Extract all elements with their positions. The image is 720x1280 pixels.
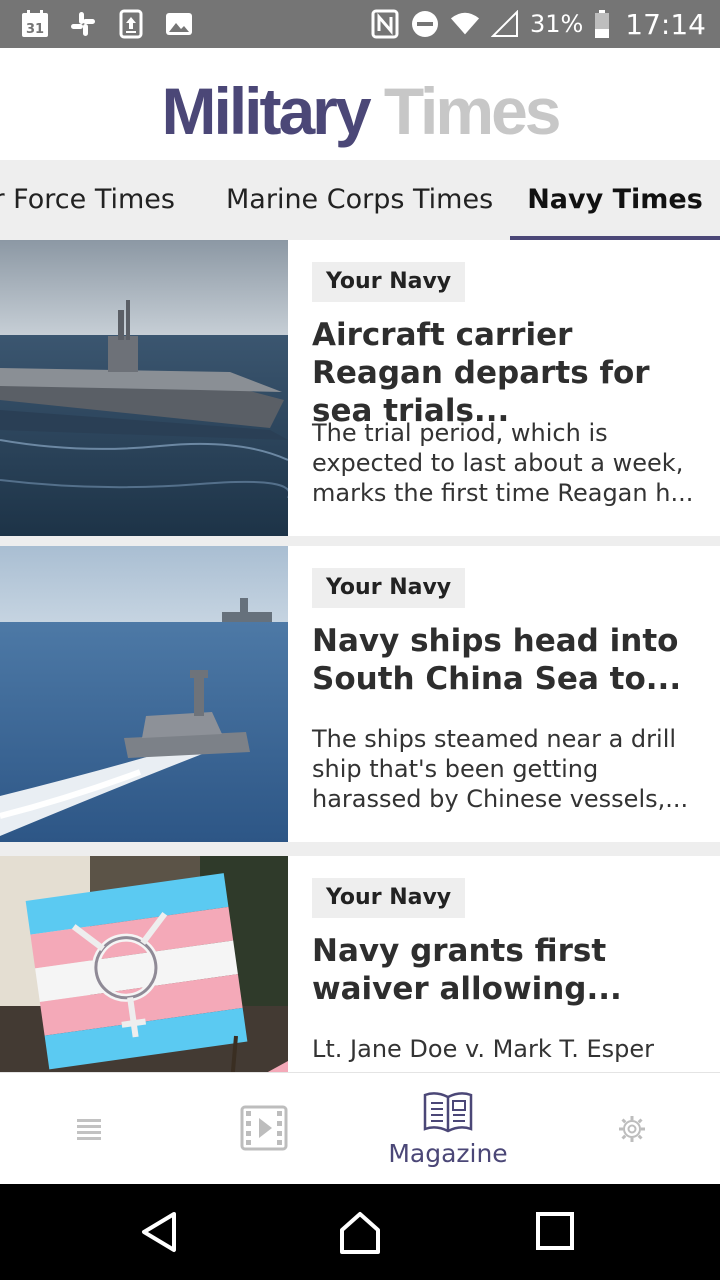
recents-icon bbox=[536, 1212, 574, 1250]
status-bar: 31 31% 17:14 bbox=[0, 0, 720, 48]
article-feed[interactable]: Your Navy Aircraft carrier Reagan depart… bbox=[0, 240, 720, 1072]
military-times-logo: Military Times bbox=[0, 76, 720, 146]
tab-navy-times[interactable]: Navy Times bbox=[510, 160, 720, 240]
signal-icon bbox=[490, 9, 520, 39]
nav-settings[interactable] bbox=[540, 1073, 720, 1185]
littoral-combat-ship-image[interactable] bbox=[0, 546, 288, 842]
do-not-disturb-icon bbox=[410, 9, 440, 39]
article-title[interactable]: Navy grants first waiver allowing... bbox=[312, 932, 704, 1008]
home-button[interactable] bbox=[336, 1208, 384, 1256]
home-icon bbox=[340, 1212, 380, 1254]
battery-icon bbox=[593, 9, 611, 39]
tab-air-force-times[interactable]: ir Force Times bbox=[0, 160, 175, 240]
category-badge: Your Navy bbox=[312, 568, 466, 608]
nav-video[interactable] bbox=[180, 1073, 360, 1185]
transgender-flag-image[interactable] bbox=[0, 856, 288, 1072]
article-card[interactable]: Your Navy Aircraft carrier Reagan depart… bbox=[0, 240, 720, 536]
list-icon bbox=[77, 1119, 101, 1140]
article-title[interactable]: Aircraft carrier Reagan departs for sea … bbox=[312, 316, 704, 430]
nav-magazine[interactable]: Magazine bbox=[358, 1073, 538, 1185]
nav-list[interactable] bbox=[0, 1073, 180, 1185]
back-button[interactable] bbox=[136, 1208, 184, 1256]
publication-tabs: ir Force Times Marine Corps Times Navy T… bbox=[0, 160, 720, 240]
article-card[interactable]: Your Navy Navy ships head into South Chi… bbox=[0, 546, 720, 842]
article-description: Lt. Jane Doe v. Mark T. Esper bbox=[312, 1035, 654, 1063]
system-navigation-bar bbox=[0, 1184, 720, 1280]
logo-part-military: Military bbox=[161, 74, 372, 148]
category-badge: Your Navy bbox=[312, 878, 466, 918]
magazine-icon bbox=[423, 1092, 473, 1133]
nfc-icon bbox=[370, 9, 400, 39]
recents-button[interactable] bbox=[532, 1208, 580, 1256]
nav-magazine-label: Magazine bbox=[388, 1139, 508, 1168]
slack-icon bbox=[68, 9, 98, 39]
aircraft-carrier-image[interactable] bbox=[0, 240, 288, 536]
back-icon bbox=[142, 1212, 176, 1252]
image-icon bbox=[164, 9, 194, 39]
article-description: The ships steamed near a drill ship that… bbox=[312, 725, 689, 813]
category-badge: Your Navy bbox=[312, 262, 466, 302]
app-header: Military Times bbox=[0, 48, 720, 160]
wifi-icon bbox=[450, 9, 480, 39]
video-icon bbox=[240, 1105, 288, 1151]
svg-text:31: 31 bbox=[26, 22, 44, 37]
tab-marine-corps-times[interactable]: Marine Corps Times bbox=[226, 160, 493, 240]
upload-icon bbox=[116, 9, 146, 39]
article-card[interactable]: Your Navy Navy grants first waiver allow… bbox=[0, 856, 720, 1072]
bottom-navigation: Magazine bbox=[0, 1072, 720, 1184]
calendar-icon: 31 bbox=[20, 9, 50, 39]
logo-part-times: Times bbox=[383, 74, 562, 148]
battery-percent: 31% bbox=[529, 10, 584, 38]
article-description: The trial period, which is expected to l… bbox=[312, 419, 694, 507]
clock: 17:14 bbox=[625, 7, 706, 41]
settings-icon bbox=[619, 1116, 645, 1142]
article-title[interactable]: Navy ships head into South China Sea to.… bbox=[312, 622, 704, 698]
